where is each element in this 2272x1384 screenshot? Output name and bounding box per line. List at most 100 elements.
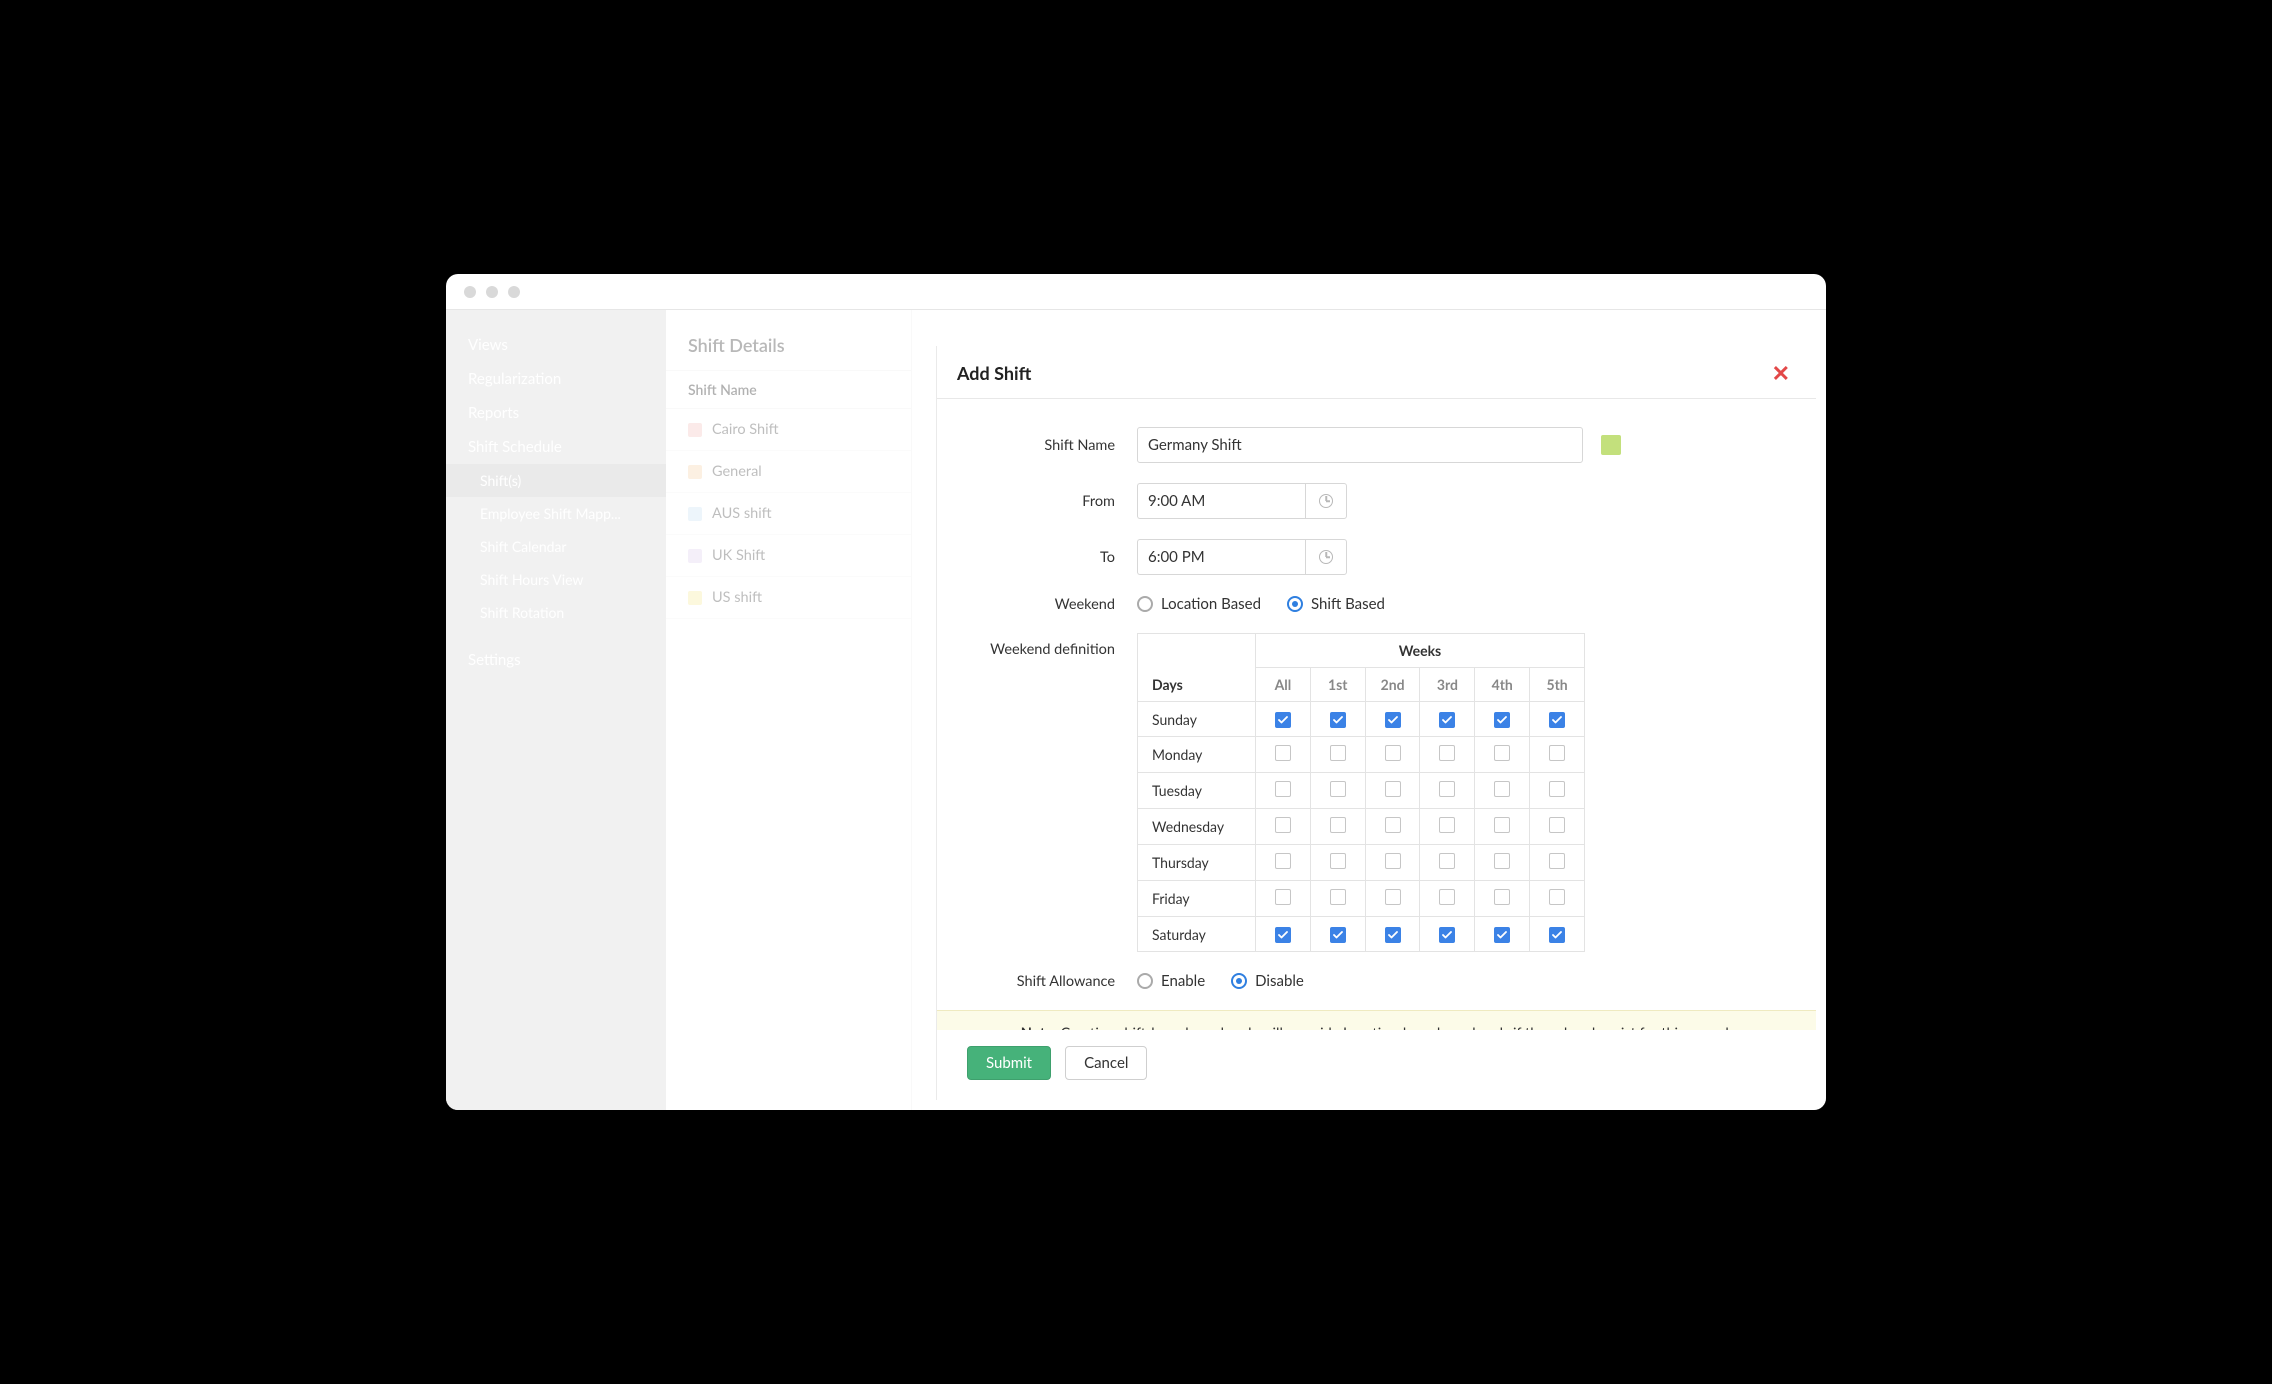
table-col-5th: 5th (1530, 668, 1585, 702)
weekend-cell (1420, 702, 1475, 737)
weekend-checkbox[interactable] (1385, 817, 1401, 833)
weekend-checkbox[interactable] (1275, 781, 1291, 797)
weekend-checkbox[interactable] (1385, 889, 1401, 905)
shift-row-label: UK Shift (712, 547, 765, 564)
weekend-checkbox[interactable] (1549, 712, 1565, 728)
shift-row-label: AUS shift (712, 505, 772, 522)
weekend-checkbox[interactable] (1549, 817, 1565, 833)
sidebar-item-views[interactable]: Views (446, 328, 666, 362)
weekend-checkbox[interactable] (1330, 745, 1346, 761)
weekend-checkbox[interactable] (1494, 745, 1510, 761)
weekend-radio-location[interactable]: Location Based (1137, 595, 1261, 613)
weekend-checkbox[interactable] (1549, 853, 1565, 869)
clock-icon (1319, 550, 1333, 564)
weekend-cell (1256, 881, 1311, 917)
label-from: From (967, 493, 1137, 510)
table-col-2nd: 2nd (1365, 668, 1420, 702)
weekend-checkbox[interactable] (1385, 712, 1401, 728)
allowance-radio-enable[interactable]: Enable (1137, 972, 1205, 990)
radio-dot-icon (1137, 973, 1153, 989)
weekend-checkbox[interactable] (1275, 927, 1291, 943)
weekend-checkbox[interactable] (1549, 781, 1565, 797)
traffic-close-icon[interactable] (464, 286, 476, 298)
allowance-radio-disable[interactable]: Disable (1231, 972, 1304, 990)
shift-color-swatch (688, 465, 702, 479)
sidebar-item-shift-schedule[interactable]: Shift Schedule (446, 430, 666, 464)
label-to: To (967, 549, 1137, 566)
weekend-checkbox[interactable] (1385, 853, 1401, 869)
weekend-checkbox[interactable] (1330, 889, 1346, 905)
radio-dot-icon (1287, 596, 1303, 612)
weekend-checkbox[interactable] (1494, 927, 1510, 943)
weekend-checkbox[interactable] (1439, 745, 1455, 761)
weekend-cell (1475, 773, 1530, 809)
weekend-checkbox[interactable] (1275, 853, 1291, 869)
weekend-cell (1365, 773, 1420, 809)
shift-list-row[interactable]: General (666, 451, 911, 493)
shift-row-label: Cairo Shift (712, 421, 779, 438)
shift-list-title: Shift Details (666, 310, 911, 370)
shift-name-input[interactable] (1137, 427, 1583, 463)
weekend-checkbox[interactable] (1330, 817, 1346, 833)
weekend-checkbox[interactable] (1549, 889, 1565, 905)
weekend-radio-label: Location Based (1161, 595, 1261, 613)
weekend-checkbox[interactable] (1275, 745, 1291, 761)
weekend-checkbox[interactable] (1494, 781, 1510, 797)
table-row: Monday (1138, 737, 1585, 773)
weekend-checkbox[interactable] (1494, 817, 1510, 833)
weekend-checkbox[interactable] (1494, 712, 1510, 728)
weekend-cell (1256, 702, 1311, 737)
from-time-picker-button[interactable] (1305, 483, 1347, 519)
sidebar-item-shift-calendar[interactable]: Shift Calendar (446, 530, 666, 563)
weekend-cell (1256, 809, 1311, 845)
sidebar-item-reports[interactable]: Reports (446, 396, 666, 430)
weekend-cell (1530, 845, 1585, 881)
weekend-checkbox[interactable] (1330, 781, 1346, 797)
weekend-checkbox[interactable] (1549, 745, 1565, 761)
weekend-checkbox[interactable] (1275, 817, 1291, 833)
sidebar-item-employee-shift-mapp-[interactable]: Employee Shift Mapp... (446, 497, 666, 530)
sidebar-item-regularization[interactable]: Regularization (446, 362, 666, 396)
weekend-checkbox[interactable] (1385, 927, 1401, 943)
weekend-checkbox[interactable] (1330, 927, 1346, 943)
shift-list-row[interactable]: UK Shift (666, 535, 911, 577)
close-icon[interactable]: ✕ (1766, 360, 1796, 386)
weekend-checkbox[interactable] (1275, 889, 1291, 905)
weekend-cell (1310, 845, 1365, 881)
weekend-cell (1365, 881, 1420, 917)
from-time-input[interactable] (1137, 483, 1305, 519)
shift-list-row[interactable]: US shift (666, 577, 911, 619)
weekend-checkbox[interactable] (1494, 889, 1510, 905)
window-titlebar (446, 274, 1826, 310)
sidebar-item-shift-hours-view[interactable]: Shift Hours View (446, 563, 666, 596)
weekend-cell (1475, 702, 1530, 737)
weekend-checkbox[interactable] (1439, 853, 1455, 869)
sidebar-item-settings[interactable]: Settings (446, 643, 666, 677)
weekend-checkbox[interactable] (1439, 927, 1455, 943)
weekend-checkbox[interactable] (1439, 817, 1455, 833)
shift-list-row[interactable]: AUS shift (666, 493, 911, 535)
weekend-checkbox[interactable] (1439, 712, 1455, 728)
weekend-checkbox[interactable] (1330, 853, 1346, 869)
submit-button[interactable]: Submit (967, 1046, 1051, 1080)
cancel-button[interactable]: Cancel (1065, 1046, 1147, 1080)
sidebar-item-shift-s-[interactable]: Shift(s) (446, 464, 666, 497)
shift-color-chip[interactable] (1601, 435, 1621, 455)
weekend-cell (1256, 737, 1311, 773)
to-time-input[interactable] (1137, 539, 1305, 575)
weekend-checkbox[interactable] (1385, 745, 1401, 761)
weekend-checkbox[interactable] (1275, 712, 1291, 728)
weekend-checkbox[interactable] (1330, 712, 1346, 728)
weekend-cell (1530, 809, 1585, 845)
weekend-radio-shift[interactable]: Shift Based (1287, 595, 1385, 613)
weekend-checkbox[interactable] (1494, 853, 1510, 869)
weekend-checkbox[interactable] (1385, 781, 1401, 797)
traffic-max-icon[interactable] (508, 286, 520, 298)
shift-list-row[interactable]: Cairo Shift (666, 409, 911, 451)
sidebar-item-shift-rotation[interactable]: Shift Rotation (446, 596, 666, 629)
weekend-checkbox[interactable] (1439, 781, 1455, 797)
weekend-checkbox[interactable] (1549, 927, 1565, 943)
traffic-min-icon[interactable] (486, 286, 498, 298)
to-time-picker-button[interactable] (1305, 539, 1347, 575)
weekend-checkbox[interactable] (1439, 889, 1455, 905)
